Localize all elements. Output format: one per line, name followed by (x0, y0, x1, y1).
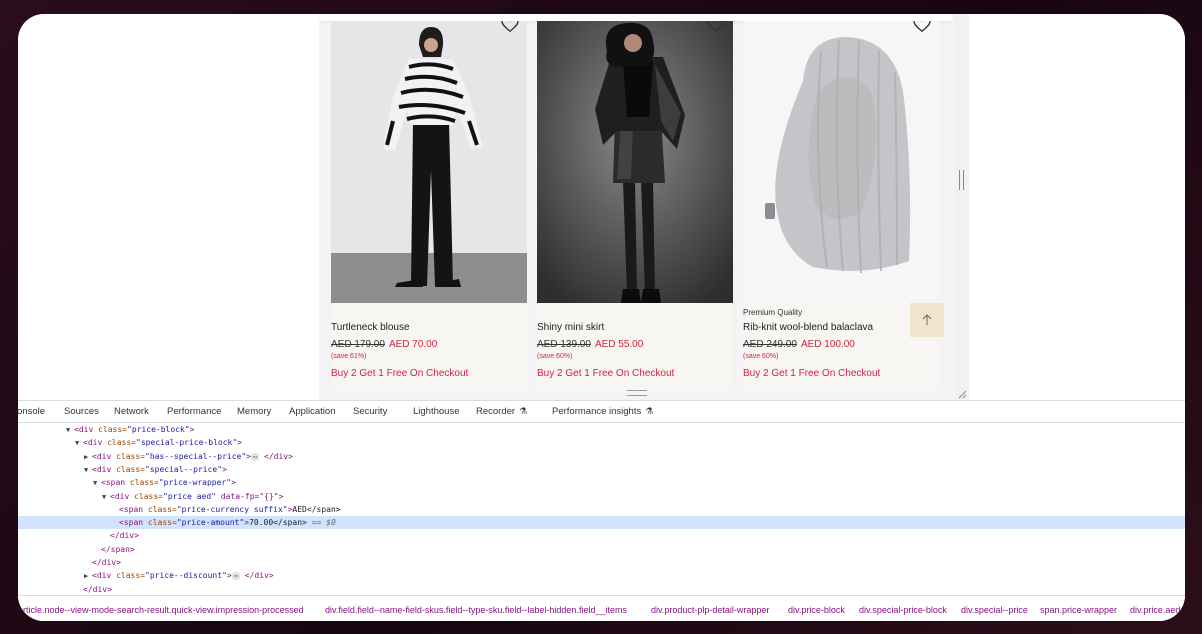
discount-label: (save 60%) (743, 353, 779, 360)
tab-performance-insights[interactable]: Performance insights ⚗ (552, 406, 653, 417)
tab-memory[interactable]: Memory (237, 406, 271, 417)
tab-lighthouse[interactable]: Lighthouse (413, 406, 459, 417)
tab-performance-insights-label: Performance insights (552, 406, 642, 417)
tab-performance[interactable]: Performance (167, 406, 221, 417)
breadcrumb-item[interactable]: div.product-plp-detail-wrapper (651, 605, 769, 615)
original-price: AED 179.00 (331, 339, 385, 350)
dom-node[interactable]: ▼ <div class="price aed" data-fp="{}"> (18, 490, 1185, 503)
product-card[interactable]: Turtleneck blouse AED 179.00 AED 70.00 (s… (331, 21, 527, 391)
discount-label: (save 60%) (537, 353, 573, 360)
promo-label: Buy 2 Get 1 Free On Checkout (743, 368, 881, 379)
product-image-turtleneck[interactable] (331, 21, 527, 303)
dom-breadcrumbs: article.node--view-mode-search-result.qu… (18, 595, 1185, 621)
tab-sources[interactable]: Sources (64, 406, 99, 417)
breadcrumb-item[interactable]: div.special--price (961, 605, 1028, 615)
dom-node[interactable]: ▶ <div class="has--special--price"> ⋯ </di… (18, 450, 1185, 463)
breadcrumb-item[interactable]: span.price-wrapper (1040, 605, 1117, 615)
product-overline: Premium Quality (743, 308, 803, 317)
dom-node[interactable]: ▼ <div class="price-block"> (18, 423, 1185, 436)
dom-node[interactable]: ▼ <div class="special-price-block"> (18, 436, 1185, 449)
sale-price: AED 70.00 (388, 339, 438, 350)
flask-icon: ⚗ (645, 406, 654, 416)
tab-security[interactable]: Security (353, 406, 387, 417)
product-name[interactable]: Rib-knit wool-blend balaclava (743, 322, 873, 333)
breadcrumb-item[interactable]: div.field.field--name-field-skus.field--… (325, 605, 627, 615)
heart-icon[interactable] (913, 21, 931, 33)
original-price: AED 139.00 (537, 339, 591, 350)
product-name[interactable]: Turtleneck blouse (331, 322, 410, 333)
dom-node[interactable]: <span class="price-currency suffix">AED<… (18, 503, 1185, 516)
dom-node[interactable]: ▶ <div class="price--discount"> ⋯ </div> (18, 569, 1185, 582)
promo-label: Buy 2 Get 1 Free On Checkout (331, 368, 469, 379)
devtools-tabbar: onsole Sources Network Performance Memor… (18, 401, 1185, 423)
breadcrumb-item[interactable]: div.price-block (788, 605, 845, 615)
page-header-strip (319, 14, 953, 21)
dom-node[interactable]: </div> (18, 583, 1185, 596)
product-image-balaclava[interactable] (743, 21, 939, 303)
product-image-mini-skirt[interactable] (537, 21, 733, 303)
sale-price: AED 100.00 (800, 339, 855, 350)
heart-icon[interactable] (501, 21, 519, 33)
page-viewport: Turtleneck blouse AED 179.00 AED 70.00 (s… (18, 14, 1185, 400)
dom-node[interactable]: </div> (18, 556, 1185, 569)
devtools-splitter-handle[interactable] (627, 390, 647, 396)
dom-node[interactable]: </div> (18, 529, 1185, 542)
selected-node-marker: == $0 (306, 518, 336, 528)
original-price: AED 249.00 (743, 339, 797, 350)
breadcrumb-item[interactable]: div.price.aed (1130, 605, 1180, 615)
browser-window: Turtleneck blouse AED 179.00 AED 70.00 (s… (18, 14, 1185, 621)
price-row: AED 139.00 AED 55.00 (537, 339, 643, 350)
expand-triangle-icon[interactable]: ▼ (102, 491, 110, 504)
heart-icon[interactable] (707, 21, 725, 33)
expand-triangle-icon[interactable]: ▶ (84, 451, 92, 464)
selected-dom-node[interactable]: <span class="price-amount">70.00</span> … (18, 516, 1185, 530)
expand-triangle-icon[interactable]: ▼ (75, 437, 83, 450)
expand-triangle-icon[interactable]: ▶ (84, 570, 92, 583)
dom-node[interactable]: ▼ <div class="special--price"> (18, 463, 1185, 476)
tab-application[interactable]: Application (289, 406, 335, 417)
elements-tree: ▼ <div class="price-block"> ▼ <div class="… (18, 423, 1185, 595)
product-listing: Turtleneck blouse AED 179.00 AED 70.00 (s… (319, 14, 969, 400)
price-row: AED 179.00 AED 70.00 (331, 339, 437, 350)
ellipsis-badge[interactable]: ⋯ (250, 452, 260, 461)
tab-console[interactable]: onsole (18, 406, 45, 417)
price-row: AED 249.00 AED 100.00 (743, 339, 855, 350)
ellipsis-badge[interactable]: ⋯ (231, 572, 240, 581)
expand-triangle-icon[interactable]: ▼ (93, 477, 101, 490)
tab-network[interactable]: Network (114, 406, 149, 417)
expand-triangle-icon[interactable]: ▼ (66, 424, 74, 437)
promo-label: Buy 2 Get 1 Free On Checkout (537, 368, 675, 379)
resize-drag-handle[interactable] (959, 170, 964, 190)
sale-price: AED 55.00 (594, 339, 644, 350)
flask-icon: ⚗ (519, 406, 528, 416)
product-card[interactable]: Shiny mini skirt AED 139.00 AED 55.00 (sa… (537, 21, 733, 391)
page-scrollbar[interactable] (955, 14, 969, 400)
breadcrumb-item[interactable]: div.special-price-block (859, 605, 947, 615)
breadcrumb-item[interactable]: article.node--view-mode-search-result.qu… (18, 605, 304, 615)
tab-recorder[interactable]: Recorder ⚗ (476, 406, 527, 417)
tab-recorder-label: Recorder (476, 406, 516, 417)
expand-triangle-icon[interactable]: ▼ (84, 464, 92, 477)
arrow-up-icon (922, 314, 932, 325)
discount-label: (save 61%) (331, 353, 367, 360)
back-to-top-button[interactable] (910, 303, 944, 337)
product-name[interactable]: Shiny mini skirt (537, 322, 604, 333)
resize-grip-icon[interactable] (958, 390, 967, 399)
dom-node[interactable]: ▼ <span class="price-wrapper"> (18, 476, 1185, 489)
dom-node[interactable]: </span> (18, 543, 1185, 556)
devtools-panel: onsole Sources Network Performance Memor… (18, 400, 1185, 621)
